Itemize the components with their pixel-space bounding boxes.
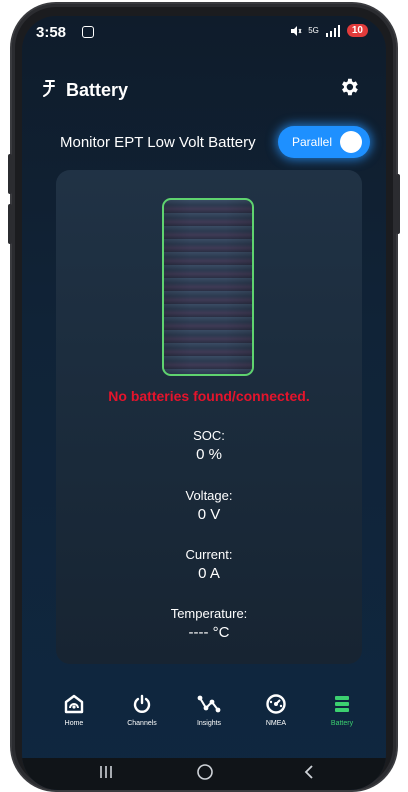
battery-stack-icon	[335, 696, 349, 712]
back-button[interactable]	[302, 764, 316, 785]
status-icons: 5G 10	[290, 24, 368, 37]
stat-soc: SOC: 0 %	[56, 428, 362, 463]
home-icon	[64, 694, 84, 714]
stat-value: 0 %	[196, 446, 222, 463]
recents-button[interactable]	[98, 764, 114, 785]
insights-icon	[197, 695, 221, 713]
nav-insights[interactable]: Insights	[179, 694, 239, 727]
stat-value: 0 A	[198, 565, 220, 582]
stat-voltage: Voltage: 0 V	[56, 488, 362, 523]
battery-level-badge: 10	[346, 24, 368, 37]
error-message: No batteries found/connected.	[108, 388, 310, 404]
gauge-icon	[266, 694, 286, 714]
app-header: Battery	[22, 76, 386, 116]
page-title: Battery	[66, 80, 129, 100]
nav-label: Home	[64, 720, 84, 727]
stat-label: Voltage:	[185, 488, 233, 503]
nav-label: Channels	[127, 720, 157, 727]
nav-nmea[interactable]: NMEA	[246, 694, 306, 727]
status-time: 3:58	[36, 24, 67, 41]
toggle-label: Parallel	[292, 135, 333, 149]
parallel-toggle[interactable]: Parallel	[278, 126, 370, 158]
nav-label: Insights	[196, 720, 222, 727]
battery-card: No batteries found/connected. SOC: 0 % V…	[56, 170, 362, 664]
volume-button	[8, 154, 12, 194]
stat-value: 0 V	[197, 506, 221, 523]
nav-label: NMEA	[265, 720, 287, 727]
status-bar: 3:58 5G 10	[22, 16, 386, 50]
bottom-nav: Home Channels Insights NMEA Battery	[22, 694, 386, 754]
plug-icon	[42, 78, 58, 104]
monitor-label: Monitor EPT Low Volt Battery	[60, 134, 256, 151]
app-screen: 3:58 5G 10 Battery Monitor EPT Low Volt …	[22, 16, 386, 790]
stat-label: Current:	[185, 547, 233, 562]
android-nav-bar	[22, 758, 386, 790]
screen-record-icon	[82, 26, 94, 38]
network-type: 5G	[308, 26, 319, 35]
nav-label: Battery	[330, 720, 354, 727]
volume-button	[8, 204, 12, 244]
stat-current: Current: 0 A	[56, 547, 362, 582]
signal-icon	[325, 24, 340, 37]
mute-icon	[291, 25, 302, 36]
battery-graphic	[162, 198, 254, 376]
monitor-row: Monitor EPT Low Volt Battery Parallel	[22, 124, 386, 164]
nav-channels[interactable]: Channels	[112, 694, 172, 727]
stat-label: SOC:	[193, 428, 225, 443]
home-button[interactable]	[196, 764, 214, 785]
nav-home[interactable]: Home	[44, 694, 104, 727]
toggle-knob	[340, 131, 362, 153]
stat-value: ---- °C	[188, 624, 230, 641]
stat-label: Temperature:	[170, 606, 248, 621]
nav-battery[interactable]: Battery	[312, 694, 372, 727]
power-button	[396, 174, 400, 234]
stat-temperature: Temperature: ---- °C	[56, 606, 362, 641]
gear-icon[interactable]	[338, 76, 362, 100]
power-icon	[133, 694, 151, 713]
